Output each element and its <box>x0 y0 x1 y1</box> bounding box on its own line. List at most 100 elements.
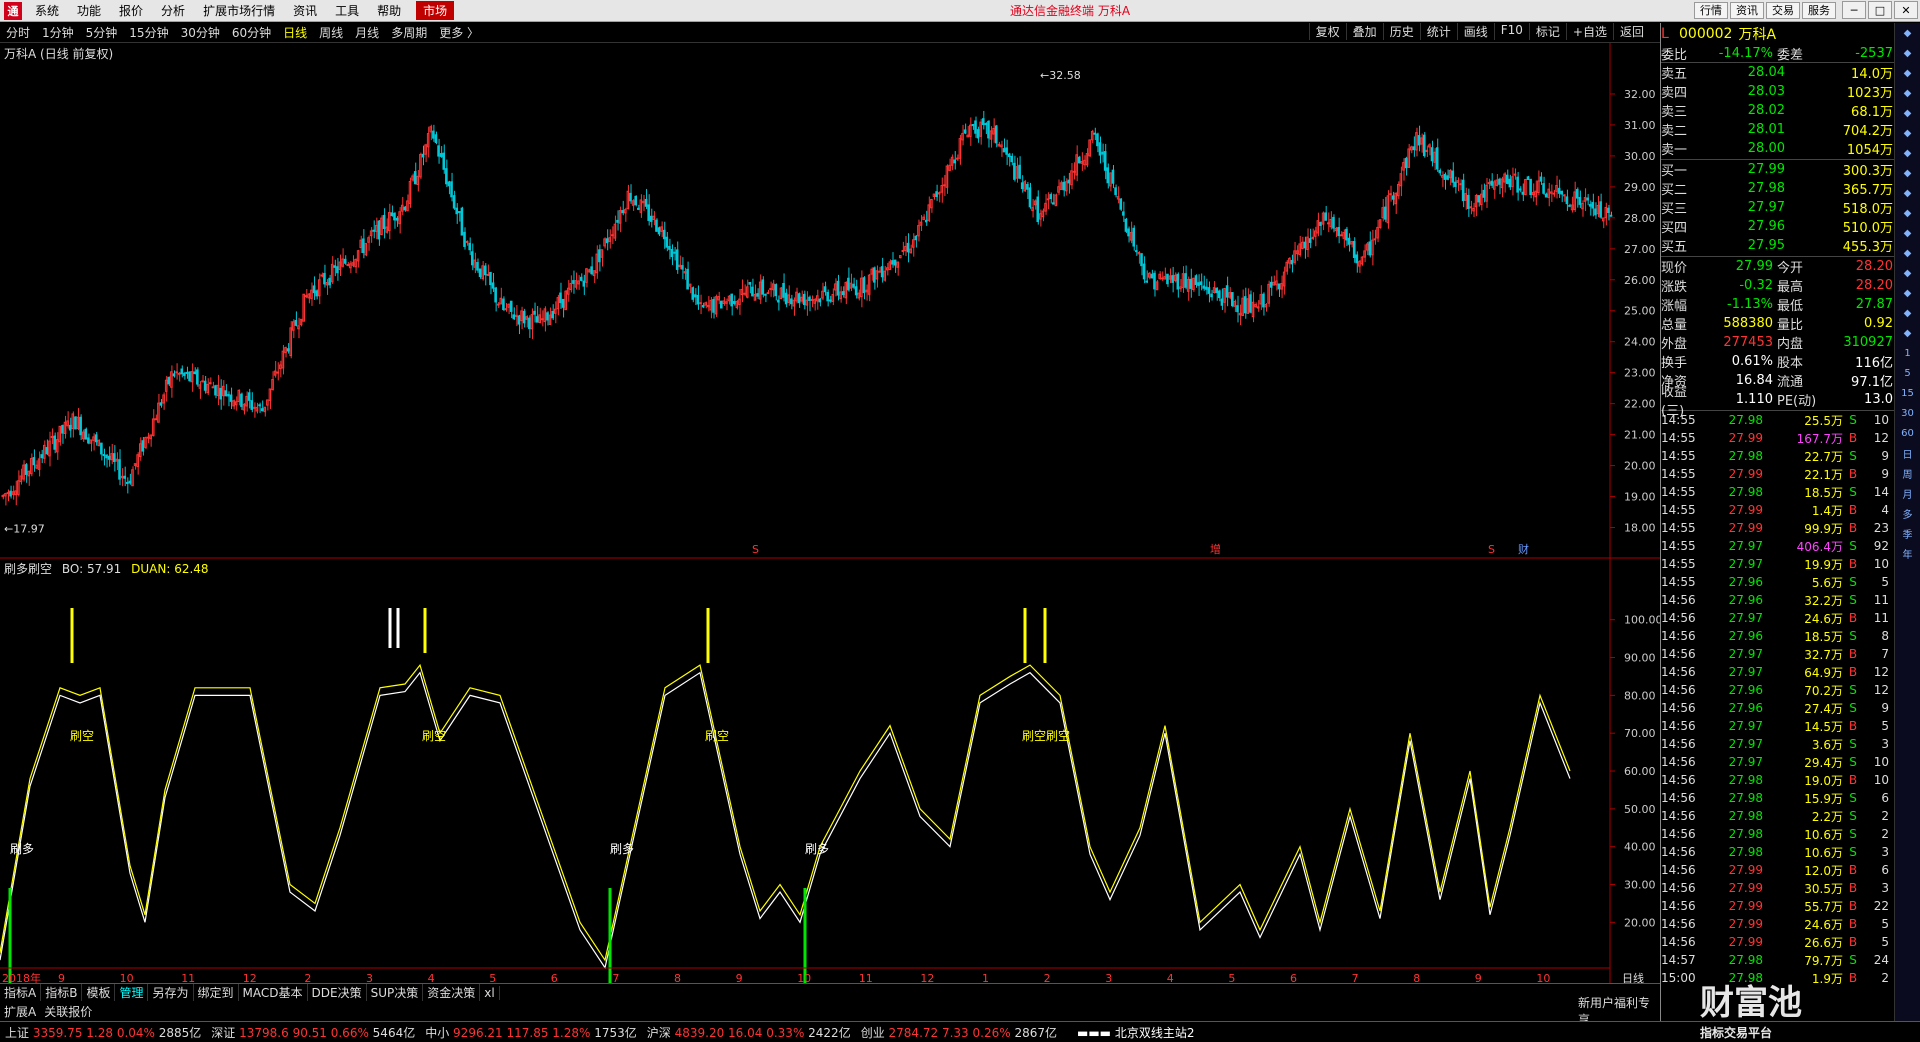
candle-down <box>1560 190 1564 195</box>
period-tab-6[interactable]: 日线 <box>277 24 313 41</box>
menu-news[interactable]: 资讯 <box>284 2 326 19</box>
period-tab-0[interactable]: 分时 <box>0 24 36 41</box>
index-quote-0[interactable]: 上证 3359.75 1.28 0.04% 2885亿 <box>0 1024 206 1041</box>
index-quote-2[interactable]: 中小 9296.21 117.85 1.28% 1753亿 <box>420 1024 642 1041</box>
candle-up <box>1251 301 1255 318</box>
close-icon[interactable]: ✕ <box>1894 1 1918 19</box>
period-tab-2[interactable]: 5分钟 <box>80 24 124 41</box>
price-tick-label: 20.00 <box>1624 460 1656 473</box>
indicator-tab-0[interactable]: 指标A <box>0 984 42 1001</box>
sidebar-tool-icon[interactable]: ◆ <box>1895 243 1920 263</box>
chart-tool-6[interactable]: 标记 <box>1528 23 1566 40</box>
chart-tool-4[interactable]: 画线 <box>1456 23 1494 40</box>
sidebar-tool-icon[interactable]: ◆ <box>1895 283 1920 303</box>
sidebar-tool-icon[interactable]: ◆ <box>1895 83 1920 103</box>
market-button[interactable]: 市场 <box>416 1 455 20</box>
sidebar-period-6[interactable]: 周 <box>1895 463 1920 483</box>
tick-price: 27.96 <box>1728 575 1763 589</box>
maximize-icon[interactable]: □ <box>1868 1 1892 19</box>
sidebar-period-5[interactable]: 日 <box>1895 443 1920 463</box>
sidebar-period-8[interactable]: 多 <box>1895 503 1920 523</box>
period-tab-5[interactable]: 60分钟 <box>226 24 277 41</box>
date-axis-month: 10 <box>797 972 811 983</box>
sidebar-tool-icon[interactable]: ◆ <box>1895 263 1920 283</box>
menu-ext-market[interactable]: 扩展市场行情 <box>194 2 284 19</box>
menu-quote[interactable]: 报价 <box>110 2 152 19</box>
indicator-tab-10[interactable]: xl <box>480 985 500 1000</box>
sidebar-period-9[interactable]: 季 <box>1895 523 1920 543</box>
chart-tool-0[interactable]: 复权 <box>1308 23 1346 40</box>
candle-down <box>1482 189 1486 198</box>
chart-tool-7[interactable]: +自选 <box>1565 23 1613 40</box>
indicator-tab-1[interactable]: 指标B <box>41 984 83 1001</box>
trade-tab-button[interactable]: 交易 <box>1766 2 1800 19</box>
indicator-name[interactable]: 刷多刷空 <box>4 562 52 576</box>
sidebar-tool-icon[interactable]: ◆ <box>1895 303 1920 323</box>
sidebar-tool-icon[interactable]: ◆ <box>1895 163 1920 183</box>
candle-down <box>250 400 254 410</box>
sidebar-tool-icon[interactable]: ◆ <box>1895 323 1920 343</box>
period-tab-9[interactable]: 多周期 <box>385 24 433 41</box>
sidebar-tool-icon[interactable]: ◆ <box>1895 143 1920 163</box>
index-quote-4[interactable]: 创业 2784.72 7.33 0.26% 2867亿 <box>856 1024 1062 1041</box>
service-tab-button[interactable]: 服务 <box>1802 2 1836 19</box>
index-quote-3[interactable]: 沪深 4839.20 16.04 0.33% 2422亿 <box>642 1024 856 1041</box>
sidebar-period-3[interactable]: 30 <box>1895 403 1920 423</box>
tick-row: 14:56 27.96 18.5万 S 8 <box>1661 627 1894 645</box>
indicator-tab-3[interactable]: 管理 <box>115 984 149 1001</box>
menu-function[interactable]: 功能 <box>68 2 110 19</box>
period-tab-10[interactable]: 更多 〉 <box>433 24 485 41</box>
index-quote-1[interactable]: 深证 13798.6 90.51 0.66% 5464亿 <box>206 1024 420 1041</box>
kline-chart[interactable]: 32.00 31.00 30.00 29.00 28.00 27.00 26.00 25.00… <box>0 43 1660 983</box>
indicator-tab-2[interactable]: 模板 <box>82 984 116 1001</box>
ext-a-tab[interactable]: 扩展A <box>0 1003 40 1020</box>
tick-row: 14:56 27.99 24.6万 B 5 <box>1661 915 1894 933</box>
sidebar-period-1[interactable]: 5 <box>1895 363 1920 383</box>
chart-tool-2[interactable]: 历史 <box>1382 23 1420 40</box>
chart-tool-3[interactable]: 统计 <box>1419 23 1457 40</box>
period-tab-8[interactable]: 月线 <box>349 24 385 41</box>
period-tab-3[interactable]: 15分钟 <box>123 24 174 41</box>
chart-tool-1[interactable]: 叠加 <box>1345 23 1383 40</box>
sidebar-period-2[interactable]: 15 <box>1895 383 1920 403</box>
indicator-tab-8[interactable]: SUP决策 <box>367 984 424 1001</box>
indicator-tab-4[interactable]: 另存为 <box>148 984 194 1001</box>
tick-count: 3 <box>1881 845 1889 859</box>
sidebar-period-7[interactable]: 月 <box>1895 483 1920 503</box>
candle-down <box>188 371 191 382</box>
minimize-icon[interactable]: ─ <box>1842 1 1866 19</box>
quote-tab-button[interactable]: 行情 <box>1694 2 1728 19</box>
tick-volume: 99.9万 <box>1804 521 1843 536</box>
chart-tool-8[interactable]: 返回 <box>1612 23 1650 40</box>
indicator-tab-6[interactable]: MACD基本 <box>239 984 308 1001</box>
date-axis-month: 10 <box>1536 972 1550 983</box>
sidebar-tool-icon[interactable]: ◆ <box>1895 43 1920 63</box>
period-tab-7[interactable]: 周线 <box>313 24 349 41</box>
candle-down <box>113 453 116 463</box>
related-quote-tab[interactable]: 关联报价 <box>40 1003 96 1020</box>
period-tab-4[interactable]: 30分钟 <box>175 24 226 41</box>
period-tab-1[interactable]: 1分钟 <box>36 24 80 41</box>
indicator-tab-7[interactable]: DDE决策 <box>308 984 367 1001</box>
indicator-tab-5[interactable]: 绑定到 <box>194 984 239 1001</box>
tick-list[interactable]: 14:55 27.98 25.5万 S 10 14:55 27.99 167.7万 B 12 14:… <box>1661 411 1894 987</box>
sidebar-tool-icon[interactable]: ◆ <box>1895 223 1920 243</box>
sidebar-tool-icon[interactable]: ◆ <box>1895 183 1920 203</box>
indicator-tab-9[interactable]: 资金决策 <box>423 984 481 1001</box>
candle-down <box>323 272 326 285</box>
sidebar-tool-icon[interactable]: ◆ <box>1895 103 1920 123</box>
tick-volume: 22.1万 <box>1804 467 1843 482</box>
sidebar-tool-icon[interactable]: ◆ <box>1895 203 1920 223</box>
news-tab-button[interactable]: 资讯 <box>1730 2 1764 19</box>
chart-tool-5[interactable]: F10 <box>1493 23 1529 40</box>
sidebar-tool-icon[interactable]: ◆ <box>1895 63 1920 83</box>
sidebar-period-0[interactable]: 1 <box>1895 343 1920 363</box>
menu-help[interactable]: 帮助 <box>368 2 410 19</box>
sidebar-period-4[interactable]: 60 <box>1895 423 1920 443</box>
sidebar-tool-icon[interactable]: ◆ <box>1895 123 1920 143</box>
menu-tools[interactable]: 工具 <box>326 2 368 19</box>
menu-analysis[interactable]: 分析 <box>152 2 194 19</box>
menu-system[interactable]: 系统 <box>26 2 68 19</box>
sidebar-tool-icon[interactable]: ◆ <box>1895 23 1920 43</box>
sidebar-period-10[interactable]: 年 <box>1895 543 1920 563</box>
